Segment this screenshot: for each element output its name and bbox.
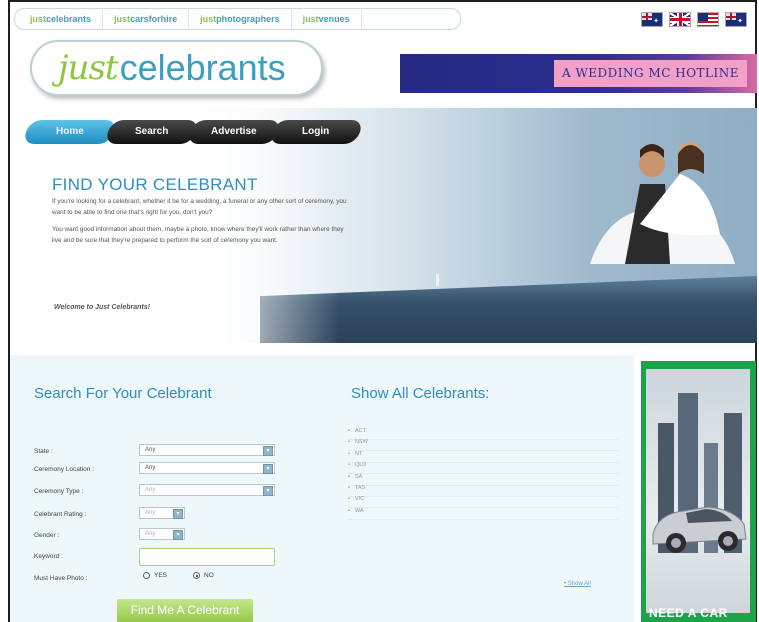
gender-label: Gender : xyxy=(34,532,60,539)
nav-advertise[interactable]: Advertise xyxy=(186,120,282,144)
show-all-title: Show All Celebrants: xyxy=(351,385,490,402)
usa-flag-icon[interactable] xyxy=(697,12,719,27)
country-flags xyxy=(641,12,747,27)
photo-yes-radio[interactable]: YES xyxy=(143,572,167,579)
nav-search[interactable]: Search xyxy=(104,120,200,144)
search-title: Search For Your Celebrant xyxy=(34,385,212,402)
network-link-carsforhire[interactable]: justcarsforhire xyxy=(103,8,190,30)
nav-home[interactable]: Home xyxy=(22,120,118,144)
state-list-item-act[interactable]: ACT xyxy=(348,428,618,440)
state-list-item-qld[interactable]: QLD xyxy=(348,462,618,475)
hero-section: Home Search Advertise Login FIND YOUR CE… xyxy=(10,108,757,343)
chevron-down-icon: ▾ xyxy=(173,509,183,519)
state-list-item-sa[interactable]: SA xyxy=(348,474,618,486)
wedding-mc-banner[interactable]: A WEDDING MC HOTLINE xyxy=(400,54,757,93)
state-list-item-wa[interactable]: WA xyxy=(348,508,618,520)
celebrant-rating-select[interactable]: Any ▾ xyxy=(139,507,185,519)
site-logo[interactable]: just celebrants xyxy=(30,40,323,96)
network-bar: justcelebrants justcarsforhire justphoto… xyxy=(14,8,461,30)
sailboat-icon xyxy=(436,274,439,286)
network-link-venues[interactable]: justvenues xyxy=(292,8,362,30)
radio-selected-icon xyxy=(193,572,200,579)
network-link-celebrants[interactable]: justcelebrants xyxy=(19,8,104,30)
ad-text: NEED A CAR xyxy=(649,606,728,620)
new-zealand-flag-icon[interactable] xyxy=(725,12,747,27)
ad-image xyxy=(646,369,750,613)
hero-paragraph-2: You want good information about them, ma… xyxy=(52,226,344,244)
must-have-photo-label: Must Have Photo : xyxy=(34,575,88,582)
state-list-item-nt[interactable]: NT xyxy=(348,451,618,463)
chevron-down-icon: ▾ xyxy=(263,446,273,456)
show-all-link[interactable]: Show All xyxy=(564,581,591,587)
keyword-label: Keyword : xyxy=(34,553,63,560)
ceremony-type-label: Ceremony Type : xyxy=(34,488,84,495)
uk-flag-icon[interactable] xyxy=(669,12,691,27)
state-list-item-tas[interactable]: TAS xyxy=(348,485,618,497)
photo-no-radio[interactable]: NO xyxy=(193,572,214,579)
car-icon xyxy=(652,506,747,553)
ceremony-location-select[interactable]: Any ▾ xyxy=(139,462,275,474)
welcome-text: Welcome to Just Celebrants! xyxy=(54,304,150,311)
keyword-input[interactable] xyxy=(139,548,275,566)
celebrant-rating-label: Celebrant Rating : xyxy=(34,511,87,518)
main-nav: Home Search Advertise Login xyxy=(22,120,364,144)
car-ad[interactable]: NEED A CAR xyxy=(641,361,756,622)
hero-paragraph-1: If you're looking for a celebrant, wheth… xyxy=(52,198,347,216)
australia-flag-icon[interactable] xyxy=(641,12,663,27)
state-label: State : xyxy=(34,448,53,455)
chevron-down-icon: ▾ xyxy=(173,530,183,540)
ceremony-type-select[interactable]: Any ▾ xyxy=(139,484,275,496)
logo-just: just xyxy=(58,48,119,88)
chevron-down-icon: ▾ xyxy=(263,464,273,474)
gender-select[interactable]: Any ▾ xyxy=(139,528,185,540)
network-link-photographers[interactable]: justphotographers xyxy=(189,8,292,30)
hero-title: FIND YOUR CELEBRANT xyxy=(52,175,258,194)
state-list-item-nsw[interactable]: NSW xyxy=(348,439,618,452)
ceremony-location-label: Ceremony Location : xyxy=(34,466,94,473)
state-select[interactable]: Any ▾ xyxy=(139,444,275,456)
find-celebrant-button[interactable]: Find Me A Celebrant xyxy=(117,599,253,622)
radio-icon xyxy=(143,572,150,579)
banner-text: A WEDDING MC HOTLINE xyxy=(553,60,747,87)
nav-login[interactable]: Login xyxy=(268,120,364,144)
chevron-down-icon: ▾ xyxy=(263,486,273,496)
state-list-item-vic[interactable]: VIC xyxy=(348,496,618,509)
wedding-couple-photo xyxy=(590,142,735,264)
logo-celebrants: celebrants xyxy=(119,47,286,88)
hero-description: If you're looking for a celebrant, wheth… xyxy=(52,197,348,253)
